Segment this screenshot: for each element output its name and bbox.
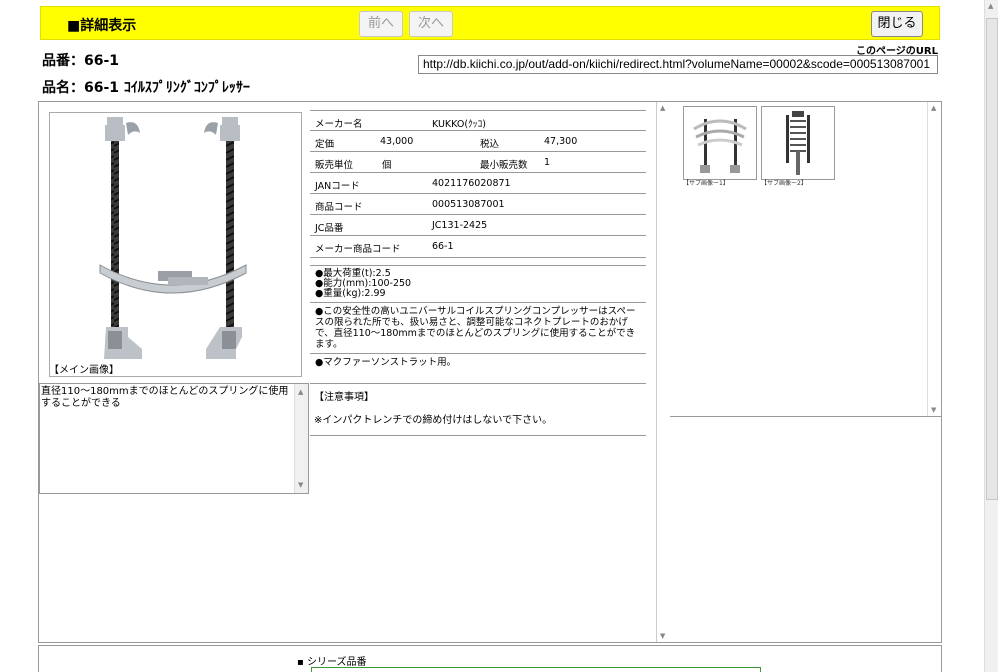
scroll-up-icon[interactable]: ▲	[298, 386, 303, 398]
spec-bullet-weight: ●重量(kg):2.99	[315, 288, 386, 299]
taxin-label: 税込	[480, 139, 500, 150]
sub-image-1[interactable]	[683, 106, 757, 180]
jan-label: JANコード	[315, 181, 360, 192]
spec-table: メーカー名 KUKKO(ｸｯｺ) 定価 43,000 税込 47,300 販売単…	[310, 110, 646, 372]
detail-page: ■詳細表示 前へ 次へ 閉じる 品番：66-1 品名：66-1 ｺｲﾙｽﾌﾟﾘﾝ…	[0, 0, 998, 672]
sub-image-2-caption: 【サブ画像ー2】	[761, 180, 807, 187]
sub-image-1-picture	[693, 119, 747, 173]
spec-bullets: ●最大荷重(t):2.5 ●能力(mm):100-250 ●重量(kg):2.9…	[310, 266, 646, 303]
description-box[interactable]: 直径110～180mmまでのほとんどのスプリングに使用することができる ▲ ▼	[39, 383, 309, 494]
maker-code-label: メーカー商品コード	[315, 244, 401, 255]
description-scrollbar[interactable]: ▲ ▼	[294, 384, 308, 493]
main-image[interactable]	[49, 112, 302, 377]
coil-spring-compressor-image	[99, 117, 247, 359]
description-text: 直径110～180mmまでのほとんどのスプリングに使用することができる	[41, 386, 289, 409]
taxin-value: 47,300	[544, 136, 578, 147]
jc-label: JC品番	[315, 223, 344, 234]
scroll-down-icon[interactable]: ▼	[931, 406, 936, 414]
maker-code-value: 66-1	[432, 241, 454, 252]
series-label: ▪ シリーズ品番	[297, 657, 367, 668]
page-scrollbar-thumb[interactable]	[986, 18, 998, 500]
scroll-down-icon[interactable]: ▼	[298, 479, 303, 491]
series-panel: ▪ シリーズ品番	[38, 645, 942, 672]
notes-box: 【注意事項】 ※インパクトレンチでの締め付けはしないで下さい。	[310, 383, 646, 436]
feature-bullet: ●この安全性の高いユニバーサルコイルスプリングコンプレッサーはスペースの限られた…	[310, 303, 646, 354]
maker-label: メーカー名	[315, 119, 363, 130]
jan-value: 4021176020871	[432, 178, 511, 189]
detail-panel: 【メイン画像】 直径110～180mmまでのほとんどのスプリングに使用することが…	[38, 101, 942, 643]
min-qty-label: 最小販売数	[480, 160, 528, 171]
close-button[interactable]: 閉じる	[871, 11, 923, 37]
page-title: ■詳細表示	[67, 18, 137, 34]
scroll-up-icon[interactable]: ▲	[931, 104, 936, 112]
sub-images-scrollbar[interactable]: ▲ ▼	[927, 102, 941, 416]
notes-text: ※インパクトレンチでの締め付けはしないで下さい。	[314, 415, 553, 426]
product-number: 品番：66-1	[42, 53, 120, 69]
unit-label: 販売単位	[315, 160, 354, 171]
price-label: 定価	[315, 139, 335, 150]
price-value: 43,000	[380, 136, 414, 147]
sub-image-2-picture	[786, 111, 810, 175]
page-scrollbar[interactable]: ▲	[984, 0, 998, 672]
min-qty-value: 1	[544, 157, 551, 168]
main-image-caption: 【メイン画像】	[49, 365, 119, 376]
unit-value: 個	[382, 160, 392, 171]
top-bar: ■詳細表示 前へ 次へ 閉じる	[40, 6, 940, 40]
notes-heading: 【注意事項】	[314, 392, 374, 403]
maker-value: KUKKO(ｸｯｺ)	[432, 119, 487, 130]
scroll-up-icon[interactable]: ▲	[988, 2, 993, 10]
product-code-label: 商品コード	[315, 202, 363, 213]
usage-bullet: ●マクファーソンストラット用。	[315, 357, 457, 368]
product-code-value: 000513087001	[432, 199, 505, 210]
product-name: 品名：66-1 ｺｲﾙｽﾌﾟﾘﾝｸﾞｺﾝﾌﾟﾚｯｻｰ	[42, 80, 250, 96]
next-button[interactable]: 次へ	[409, 11, 453, 37]
sub-images: 【サブ画像ー1】 【サブ画像ー2】 ▲ ▼	[670, 102, 941, 417]
sub-image-2[interactable]	[761, 106, 835, 180]
sub-image-1-caption: 【サブ画像ー1】	[683, 180, 729, 187]
info-scrollbar[interactable]: ▲ ▼	[656, 102, 670, 642]
scroll-up-icon[interactable]: ▲	[660, 104, 665, 112]
jc-value: JC131-2425	[432, 220, 488, 231]
page-url-field[interactable]: http://db.kiichi.co.jp/out/add-on/kiichi…	[418, 55, 938, 74]
series-table	[311, 667, 761, 672]
prev-button[interactable]: 前へ	[359, 11, 403, 37]
scroll-down-icon[interactable]: ▼	[660, 632, 665, 640]
